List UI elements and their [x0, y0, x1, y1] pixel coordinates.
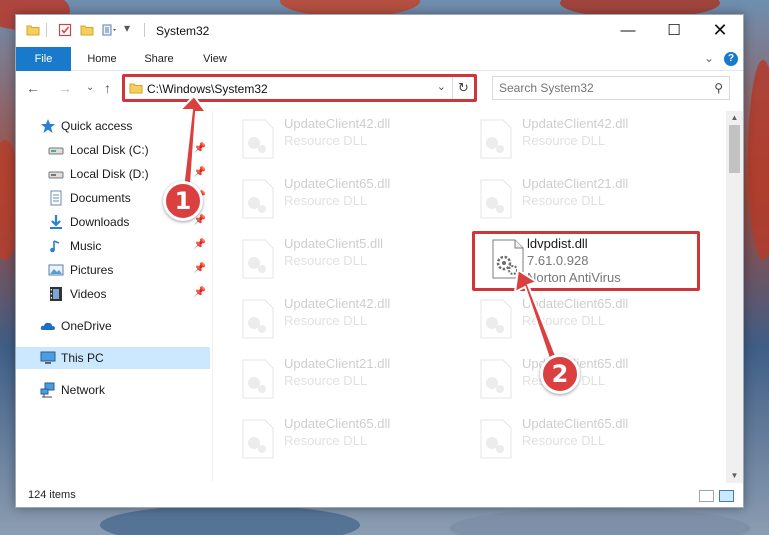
step-badge-2: 2: [540, 354, 580, 394]
step-badge-1: 1: [163, 181, 203, 221]
annotation-overlay: [177, 94, 562, 372]
